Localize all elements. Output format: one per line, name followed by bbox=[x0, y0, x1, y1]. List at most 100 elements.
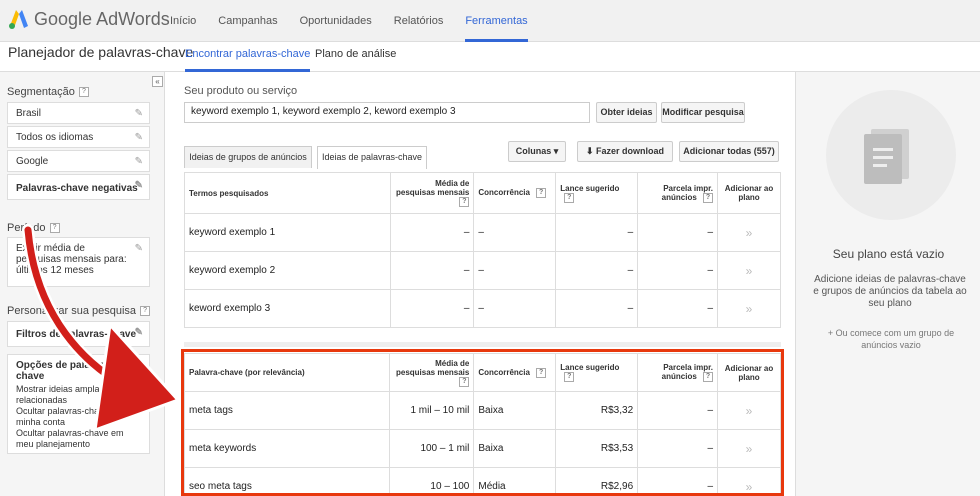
add-to-plan-button[interactable]: » bbox=[717, 251, 781, 290]
targeting-network[interactable]: Google ✎ bbox=[7, 150, 150, 172]
col-competition-label: Concorrência bbox=[478, 188, 530, 198]
bid-cell: – bbox=[555, 213, 639, 252]
col-searched-terms[interactable]: Termos pesquisados bbox=[184, 172, 391, 214]
col-suggested-bid[interactable]: Lance sugerido ? bbox=[555, 172, 639, 214]
option-hide-account: Ocultar palavras-chave em minha conta bbox=[16, 406, 124, 427]
logo-product-text: AdWords bbox=[96, 8, 170, 29]
competition-cell: – bbox=[473, 213, 557, 252]
targeting-negative-keywords[interactable]: Palavras-chave negativas ✎ bbox=[7, 174, 150, 200]
keyword-cell: keyword exemplo 2 bbox=[184, 251, 391, 290]
main-nav: Início Campanhas Oportunidades Relatório… bbox=[170, 0, 550, 42]
bid-cell: – bbox=[555, 289, 639, 328]
plan-panel: Seu plano está vazio Adicione ideias de … bbox=[795, 72, 980, 496]
help-icon[interactable]: ? bbox=[78, 87, 89, 98]
tab-plano-analise[interactable]: Plano de análise bbox=[315, 45, 396, 72]
page-title: Planejador de palavras-chave bbox=[8, 44, 194, 60]
get-ideas-button[interactable]: Obter ideias bbox=[596, 102, 657, 123]
table-header-row: Termos pesquisados Média de pesquisas me… bbox=[184, 172, 781, 214]
add-to-plan-button[interactable]: » bbox=[717, 289, 781, 328]
download-label: Fazer download bbox=[596, 146, 665, 156]
product-input[interactable]: keyword exemplo 1, keyword exemplo 2, ke… bbox=[184, 102, 590, 123]
download-button[interactable]: ⬇ Fazer download bbox=[577, 141, 673, 162]
main-content: Seu produto ou serviço keyword exemplo 1… bbox=[175, 72, 790, 496]
help-icon[interactable]: ? bbox=[49, 223, 60, 234]
segmentation-label: Segmentação bbox=[7, 86, 75, 98]
keyword-options-label: Opções de palavras-chave bbox=[16, 360, 114, 382]
top-bar: Google AdWords Início Campanhas Oportuni… bbox=[0, 0, 980, 42]
logo-text: Google AdWords bbox=[34, 9, 170, 30]
modify-search-button[interactable]: Modificar pesquisa bbox=[661, 102, 745, 123]
targeting-language[interactable]: Todos os idiomas ✎ bbox=[7, 126, 150, 148]
pencil-icon[interactable]: ✎ bbox=[135, 360, 143, 371]
period-label: Período bbox=[7, 222, 46, 234]
nav-relatorios[interactable]: Relatórios bbox=[394, 0, 444, 42]
impr-share-cell: – bbox=[637, 289, 719, 328]
help-icon[interactable]: ? bbox=[459, 197, 470, 207]
download-icon: ⬇ bbox=[585, 146, 594, 156]
period-value: Exibir média de pesquisas mensais para: … bbox=[16, 243, 127, 276]
plan-empty-text: Adicione ideias de palavras-chave e grup… bbox=[813, 274, 967, 309]
product-label: Seu produto ou serviço bbox=[184, 85, 298, 97]
tab-keyword-ideas[interactable]: Ideias de palavras-chave bbox=[317, 146, 427, 169]
searched-terms-table: Termos pesquisados Média de pesquisas me… bbox=[184, 172, 781, 328]
keyword-filters-box[interactable]: Filtros de palavras-chave ✎ bbox=[7, 321, 150, 347]
targeting-location-label: Brasil bbox=[16, 108, 42, 119]
keyword-filters-label: Filtros de palavras-chave bbox=[16, 329, 137, 340]
pencil-icon[interactable]: ✎ bbox=[135, 156, 143, 167]
help-icon[interactable]: ? bbox=[536, 188, 547, 198]
avg-searches-cell: – bbox=[389, 251, 475, 290]
competition-cell: – bbox=[473, 289, 557, 328]
collapse-sidebar-button[interactable]: « bbox=[152, 76, 163, 87]
bid-cell: – bbox=[555, 251, 639, 290]
col-impr-share[interactable]: Parcela impr. anúncios ? bbox=[637, 172, 719, 214]
customize-heading: Personalizar sua pesquisa? bbox=[7, 305, 151, 317]
pencil-icon[interactable]: ✎ bbox=[135, 108, 143, 119]
pencil-icon[interactable]: ✎ bbox=[135, 132, 143, 143]
col-avg-searches-label: Média de pesquisas mensais bbox=[396, 179, 470, 197]
plan-empty-title: Seu plano está vazio bbox=[832, 247, 945, 261]
negative-keywords-label: Palavras-chave negativas bbox=[16, 183, 138, 194]
help-icon[interactable]: ? bbox=[140, 306, 151, 317]
adwords-logo-icon bbox=[8, 8, 30, 30]
segmentation-heading: Segmentação? bbox=[7, 86, 89, 98]
col-add-plan: Adicionar ao plano bbox=[717, 172, 781, 214]
table-row: keyword exemplo 1 – – – – » bbox=[184, 213, 781, 252]
col-competition[interactable]: Concorrência ? bbox=[473, 172, 557, 214]
competition-cell: – bbox=[473, 251, 557, 290]
nav-campanhas[interactable]: Campanhas bbox=[218, 0, 277, 42]
impr-share-cell: – bbox=[637, 213, 719, 252]
nav-ferramentas[interactable]: Ferramentas bbox=[465, 0, 528, 42]
sub-header: Planejador de palavras-chave Encontrar p… bbox=[0, 42, 980, 72]
pencil-icon[interactable]: ✎ bbox=[135, 180, 143, 191]
nav-inicio[interactable]: Início bbox=[170, 0, 196, 42]
left-sidebar: « Segmentação? Brasil ✎ Todos os idiomas ✎… bbox=[0, 72, 165, 496]
col-avg-searches[interactable]: Média de pesquisas mensais ? bbox=[389, 172, 475, 214]
document-icon bbox=[864, 134, 902, 184]
keyword-options-box[interactable]: Opções de palavras-chave Mostrar ideias … bbox=[7, 354, 150, 454]
columns-button[interactable]: Colunas ▾ bbox=[508, 141, 566, 162]
table-row: keword exemplo 3 – – – – » bbox=[184, 289, 781, 328]
help-icon[interactable]: ? bbox=[703, 192, 714, 203]
avg-searches-cell: – bbox=[389, 213, 475, 252]
targeting-location[interactable]: Brasil ✎ bbox=[7, 102, 150, 124]
empty-ad-group-link[interactable]: + Ou comece com um grupo de anúncios vaz… bbox=[816, 327, 966, 351]
highlight-box bbox=[181, 349, 784, 496]
avg-searches-cell: – bbox=[389, 289, 475, 328]
period-box[interactable]: Exibir média de pesquisas mensais para: … bbox=[7, 237, 150, 287]
add-to-plan-button[interactable]: » bbox=[717, 213, 781, 252]
pencil-icon[interactable]: ✎ bbox=[135, 243, 143, 254]
targeting-language-label: Todos os idiomas bbox=[16, 132, 94, 143]
table-row: keyword exemplo 2 – – – – » bbox=[184, 251, 781, 290]
adwords-logo[interactable]: Google AdWords bbox=[8, 8, 170, 30]
col-suggested-bid-label: Lance sugerido bbox=[560, 183, 620, 193]
option-hide-plan: Ocultar palavras-chave em meu planejamen… bbox=[16, 428, 124, 449]
nav-oportunidades[interactable]: Oportunidades bbox=[300, 0, 372, 42]
impr-share-cell: – bbox=[637, 251, 719, 290]
pencil-icon[interactable]: ✎ bbox=[135, 327, 143, 338]
help-icon[interactable]: ? bbox=[564, 192, 575, 203]
keyword-cell: keword exemplo 3 bbox=[184, 289, 391, 328]
tab-encontrar-palavras[interactable]: Encontrar palavras-chave bbox=[185, 45, 311, 72]
tab-ad-group-ideas[interactable]: Ideias de grupos de anúncios bbox=[184, 146, 312, 168]
add-all-button[interactable]: Adicionar todas (557) bbox=[679, 141, 779, 162]
keyword-cell: keyword exemplo 1 bbox=[184, 213, 391, 252]
